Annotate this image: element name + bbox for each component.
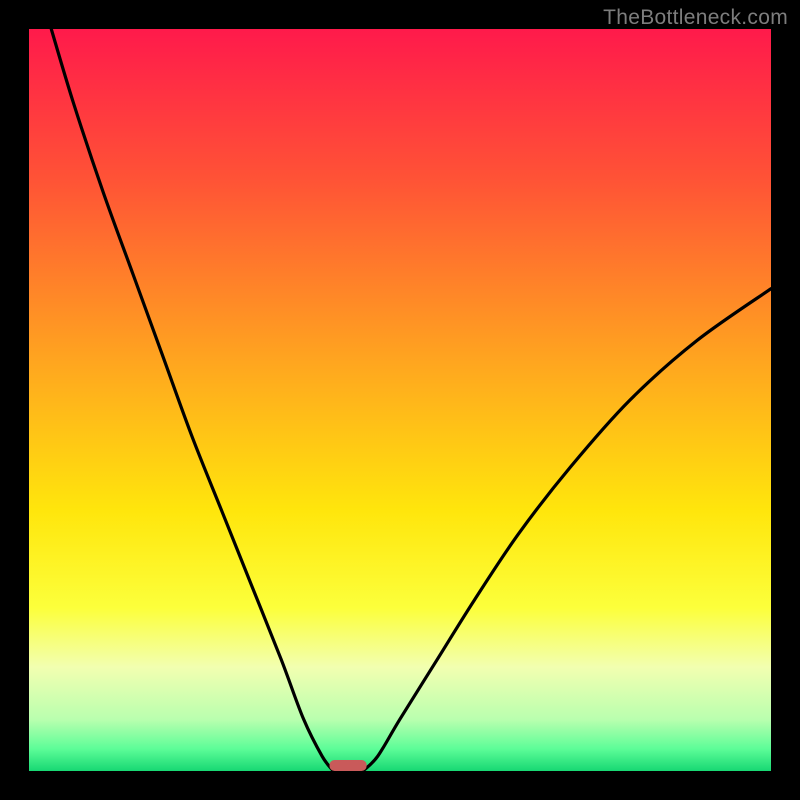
chart-frame: TheBottleneck.com bbox=[0, 0, 800, 800]
watermark-text: TheBottleneck.com bbox=[603, 6, 788, 30]
bottleneck-marker bbox=[330, 760, 367, 771]
bottleneck-chart bbox=[0, 0, 800, 800]
plot-background bbox=[29, 29, 771, 771]
